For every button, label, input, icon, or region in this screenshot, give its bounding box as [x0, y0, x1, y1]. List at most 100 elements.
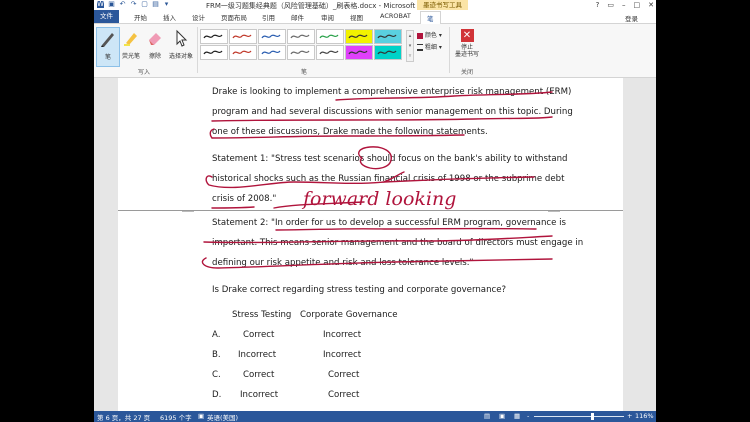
stop-inking-icon: ✕: [460, 29, 474, 42]
pen-swatch[interactable]: [229, 29, 257, 44]
proofing-icon[interactable]: ▣: [198, 412, 204, 420]
option-stress: Correct: [243, 370, 275, 380]
tab-layout[interactable]: 页面布局: [221, 12, 247, 22]
pen-icon: [101, 33, 114, 47]
pen-swatch[interactable]: [200, 29, 228, 44]
option-governance: Correct: [328, 390, 360, 400]
pen-stroke-icon: [261, 34, 281, 39]
close-group-label: 关闭: [460, 69, 473, 76]
eraser-label: 擦除: [148, 53, 161, 60]
tab-review[interactable]: 审阅: [321, 12, 334, 22]
tab-pen[interactable]: 笔: [420, 11, 441, 24]
tab-file[interactable]: 文件: [94, 10, 119, 23]
option-governance: Incorrect: [323, 330, 362, 340]
pen-swatch[interactable]: [345, 45, 373, 60]
eraser-button[interactable]: 擦除: [144, 27, 166, 65]
new-doc-icon[interactable]: ▢: [141, 1, 148, 8]
tab-home[interactable]: 开始: [134, 12, 147, 22]
minimize-button[interactable]: –: [622, 0, 626, 10]
quick-access-dropdown-icon[interactable]: ▾: [163, 1, 170, 8]
close-button[interactable]: ✕: [648, 0, 654, 10]
zoom-out-button[interactable]: -: [527, 412, 529, 420]
color-pen-icon: [417, 32, 423, 39]
word-app-icon: W: [97, 0, 104, 8]
pen-swatch[interactable]: [258, 45, 286, 60]
zoom-slider[interactable]: [534, 416, 624, 417]
paragraph-line: one of these discussions, Drake made the…: [212, 127, 488, 137]
pen-button[interactable]: 笔: [96, 27, 120, 67]
tab-mailings[interactable]: 邮件: [291, 12, 304, 22]
print-layout-icon[interactable]: ▣: [499, 412, 505, 420]
word-window: W ▣ ↶ ↷ ▢ ▤ ▾ FRM一级习题集经典题（风险管理基础）_刷表格.do…: [94, 0, 656, 422]
pen-swatch[interactable]: [258, 29, 286, 44]
pen-swatch[interactable]: [229, 45, 257, 60]
pen-swatch[interactable]: [287, 45, 315, 60]
pen-swatch[interactable]: [374, 45, 402, 60]
ribbon-separator: [197, 27, 198, 73]
pen-stroke-icon: [261, 50, 281, 55]
zoom-level[interactable]: 116%: [635, 412, 654, 420]
eraser-icon: [149, 33, 161, 45]
tab-acrobat[interactable]: ACROBAT: [380, 12, 411, 20]
pen-swatch[interactable]: [287, 29, 315, 44]
select-objects-button[interactable]: 选择对象: [168, 27, 194, 65]
color-option[interactable]: 颜色 ▾: [417, 30, 442, 39]
paragraph-line: program and had several discussions with…: [212, 107, 573, 117]
read-mode-icon[interactable]: ▤: [484, 412, 490, 420]
undo-icon[interactable]: ↶: [119, 1, 126, 8]
pen-swatch[interactable]: [316, 29, 344, 44]
pen-stroke-icon: [377, 50, 397, 55]
pen-stroke-icon: [203, 50, 223, 55]
color-label: 颜色: [424, 32, 437, 39]
write-group-label: 写入: [137, 69, 150, 76]
pen-gallery: [200, 29, 402, 61]
pen-swatch[interactable]: [316, 45, 344, 60]
thickness-icon: [417, 44, 423, 51]
pen-stroke-icon: [319, 34, 339, 39]
zoom-slider-thumb[interactable]: [591, 413, 594, 420]
page-break-marker: [548, 206, 560, 212]
open-icon[interactable]: ▤: [152, 1, 159, 8]
zoom-in-button[interactable]: +: [627, 412, 632, 420]
statement2-line: important. This means senior management …: [212, 238, 584, 248]
pen-swatch[interactable]: [345, 29, 373, 44]
option-stress: Correct: [243, 330, 275, 340]
tab-design[interactable]: 设计: [192, 12, 205, 22]
language[interactable]: 英语(美国): [207, 412, 238, 422]
window-buttons: ? ▭ – □ ✕: [596, 0, 654, 10]
table-header-governance: Corporate Governance: [300, 310, 398, 320]
statement1-line: historical shocks such as the Russian fi…: [212, 174, 565, 184]
pen-swatch[interactable]: [200, 45, 228, 60]
pen-gallery-scroll[interactable]: ▴ ▾ ▿: [406, 30, 414, 62]
pen-swatch[interactable]: [374, 29, 402, 44]
web-layout-icon[interactable]: ▦: [514, 412, 520, 420]
pen-stroke-icon: [290, 50, 310, 55]
document-area[interactable]: Drake is looking to implement a comprehe…: [94, 78, 656, 411]
ribbon-display-icon[interactable]: ▭: [607, 0, 614, 10]
help-button[interactable]: ?: [596, 0, 600, 10]
pen-stroke-icon: [377, 34, 397, 39]
quick-access-toolbar: W ▣ ↶ ↷ ▢ ▤ ▾: [97, 1, 170, 8]
sign-in-link[interactable]: 登录: [625, 13, 638, 23]
thickness-option[interactable]: 粗细 ▾: [417, 42, 442, 51]
save-icon[interactable]: ▣: [108, 1, 115, 8]
maximize-button[interactable]: □: [634, 0, 641, 10]
pen-stroke-icon: [348, 50, 368, 55]
tab-insert[interactable]: 插入: [163, 12, 176, 22]
highlighter-button[interactable]: 荧光笔: [120, 27, 142, 65]
tab-references[interactable]: 引用: [262, 12, 275, 22]
stop-inking-button[interactable]: ✕ 停止 墨迹书写: [454, 29, 480, 58]
page-count[interactable]: 第 6 页，共 27 页: [97, 412, 150, 422]
option-letter: A.: [212, 330, 221, 340]
highlighter-label: 荧光笔: [121, 53, 140, 60]
paragraph-line: Drake is looking to implement a comprehe…: [212, 87, 572, 97]
tab-view[interactable]: 视图: [350, 12, 363, 22]
word-count[interactable]: 6195 个字: [160, 412, 192, 422]
table-header-stress: Stress Testing: [232, 310, 292, 320]
select-objects-label: 选择对象: [168, 53, 193, 60]
stop-inking-label-1: 停止: [460, 44, 473, 51]
page-divider: [118, 210, 623, 211]
option-governance: Correct: [328, 370, 360, 380]
stop-inking-label-2: 墨迹书写: [454, 51, 479, 58]
redo-icon[interactable]: ↷: [130, 1, 137, 8]
